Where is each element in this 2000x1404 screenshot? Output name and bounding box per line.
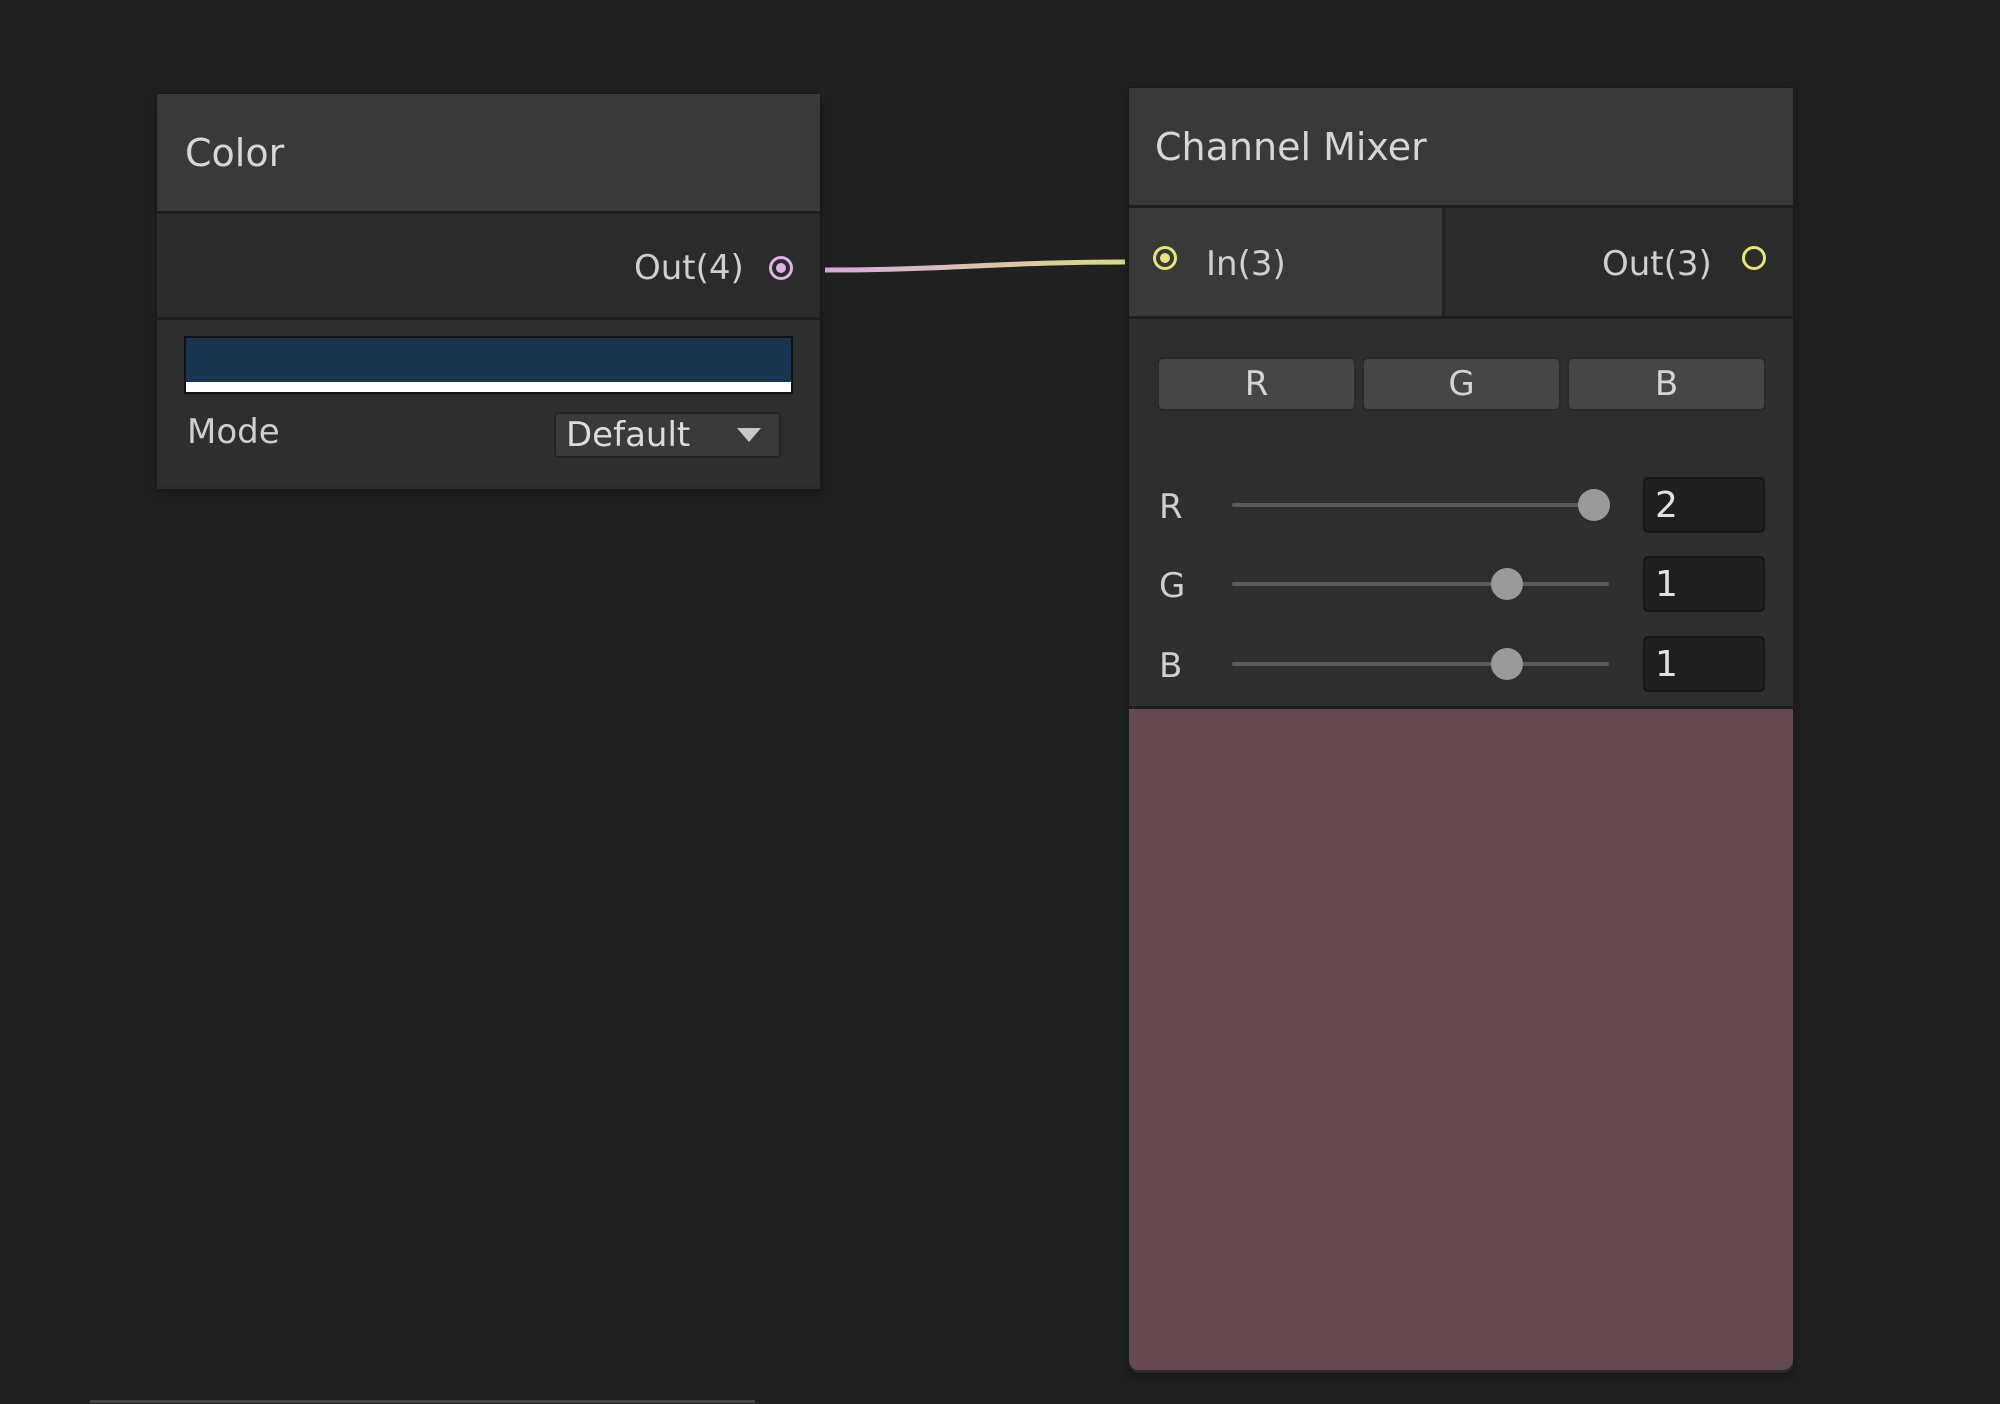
slider-g[interactable] xyxy=(1232,568,1609,600)
slider-row-b: B 1 xyxy=(1129,634,1793,694)
slider-r[interactable] xyxy=(1232,489,1610,521)
output-port-label: Out(4) xyxy=(634,248,744,288)
scrollbar-edge xyxy=(90,1400,755,1403)
channel-tabs: R G B xyxy=(1157,357,1766,411)
tab-g[interactable]: G xyxy=(1362,357,1561,411)
color-preview xyxy=(1129,709,1793,1370)
slider-row-r: R 2 xyxy=(1129,475,1793,535)
channel-mixer-controls: R G B R 2 G 1 B 1 xyxy=(1129,319,1793,709)
color-node-header[interactable]: Color xyxy=(157,94,820,214)
output-port-connector[interactable] xyxy=(769,256,793,280)
color-swatch[interactable] xyxy=(184,336,793,394)
slider-thumb-g[interactable] xyxy=(1491,568,1524,600)
mode-dropdown[interactable]: Default xyxy=(554,412,781,458)
mode-dropdown-value: Default xyxy=(566,415,691,455)
input-port-connector[interactable] xyxy=(1153,246,1177,270)
slider-thumb-b[interactable] xyxy=(1491,648,1524,680)
slider-value-g[interactable]: 1 xyxy=(1643,556,1765,612)
channel-mixer-ports: In(3) Out(3) xyxy=(1129,208,1793,319)
graph-canvas[interactable]: Color Out(4) Mode Default Channel Mixer xyxy=(0,0,2000,1404)
slider-value-r[interactable]: 2 xyxy=(1643,477,1765,533)
slider-label-g: G xyxy=(1159,566,1186,606)
channel-mixer-title: Channel Mixer xyxy=(1155,124,1427,169)
slider-label-r: R xyxy=(1159,487,1183,527)
mode-label: Mode xyxy=(187,412,280,452)
tab-b[interactable]: B xyxy=(1567,357,1766,411)
dropdown-arrow-icon xyxy=(737,428,761,442)
mixer-output-port-connector[interactable] xyxy=(1742,246,1766,270)
slider-row-g: G 1 xyxy=(1129,554,1793,614)
channel-mixer-node[interactable]: Channel Mixer In(3) Out(3) R G B R 2 G 1… xyxy=(1129,88,1793,1373)
slider-label-b: B xyxy=(1159,646,1183,686)
slider-value-b[interactable]: 1 xyxy=(1643,636,1765,692)
input-port-label: In(3) xyxy=(1206,244,1286,284)
slider-b[interactable] xyxy=(1232,648,1609,680)
slider-thumb-r[interactable] xyxy=(1577,489,1610,521)
alpha-bar xyxy=(186,382,791,392)
color-node[interactable]: Color Out(4) Mode Default xyxy=(157,94,820,489)
color-node-title: Color xyxy=(185,130,285,175)
channel-mixer-header[interactable]: Channel Mixer xyxy=(1129,88,1793,208)
output-port[interactable]: Out(3) xyxy=(1445,208,1793,316)
tab-r[interactable]: R xyxy=(1157,357,1356,411)
color-node-ports: Out(4) xyxy=(157,214,820,320)
input-port[interactable]: In(3) xyxy=(1129,208,1445,316)
color-node-body: Mode Default xyxy=(157,320,820,486)
mixer-output-port-label: Out(3) xyxy=(1602,244,1712,284)
